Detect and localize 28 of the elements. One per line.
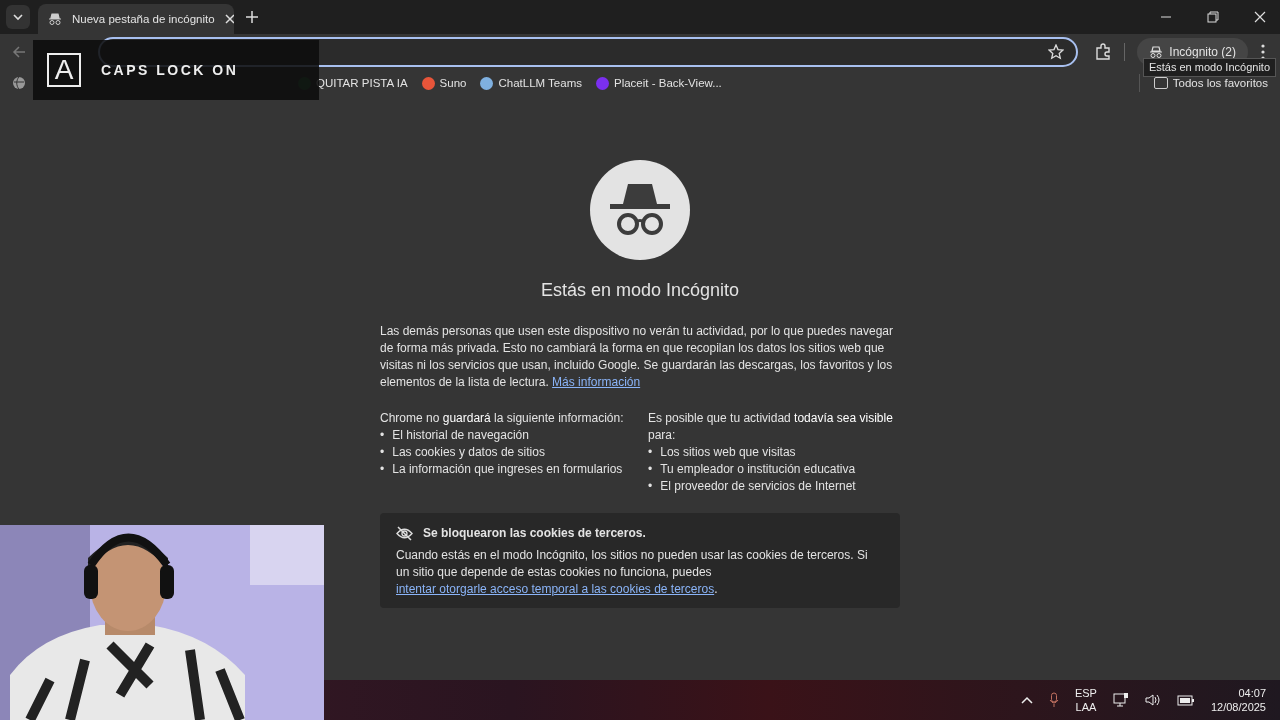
list-item: Las cookies y datos de sitios: [392, 444, 545, 461]
bookmark-link[interactable]: Suno: [421, 76, 467, 90]
more-info-link[interactable]: Más información: [552, 375, 641, 389]
bullet: •: [380, 444, 385, 461]
language-indicator[interactable]: ESP LAA: [1074, 686, 1097, 714]
card-title: Se bloquearon las cookies de terceros.: [423, 525, 646, 542]
browser-tab[interactable]: Nueva pestaña de incógnito: [38, 4, 234, 34]
column-heading: Es posible que tu actividad todavía sea visible para:: [648, 410, 894, 444]
list-item: El proveedor de servicios de Internet: [660, 478, 856, 495]
clock[interactable]: 04:07 12/08/2025: [1210, 686, 1266, 714]
bullet: •: [380, 427, 385, 444]
column-heading: Chrome no guardará la siguiente información:: [380, 410, 625, 427]
page-heading: Estás en modo Incógnito: [540, 280, 740, 301]
tooltip: Estás en modo Incógnito: [1142, 58, 1276, 77]
list-item: Tu empleador o institución educativa: [660, 461, 856, 478]
bullet: •: [380, 461, 385, 478]
caps-key-icon: A: [47, 53, 81, 87]
list-item: La información que ingreses en formularios: [392, 461, 623, 478]
list-item: El historial de navegación: [392, 427, 529, 444]
bookmark-link[interactable]: Placeit - Back-View...: [596, 76, 722, 90]
list-item: Los sitios web que visitas: [660, 444, 796, 461]
bullet: •: [648, 461, 653, 478]
bullet: •: [648, 478, 653, 495]
caps-lock-text: CAPS LOCK ON: [101, 62, 239, 78]
bookmark-link[interactable]: ChatLLM Teams: [480, 76, 582, 90]
intro-text: Las demás personas que usen este dispositivo no verán tu actividad, por lo que puedes navegar de forma más privada. Esto no cambiará la forma en que recopilan los datos los sitios web que visitas ni los servicios que usan, incluido Google. Se guardarán las descargas, los favoritos y los elementos de la lista de lectura. Más información: [380, 323, 894, 391]
cookie-text: Cuando estás en el modo Incógnito, los sitios no pueden usar las cookies de terceros. Si un sitio que depende de estas cookies no funciona, puedes intentar otorgarle acceso temporal a las cookies de terceros.: [396, 547, 869, 598]
bullet: •: [648, 444, 653, 461]
